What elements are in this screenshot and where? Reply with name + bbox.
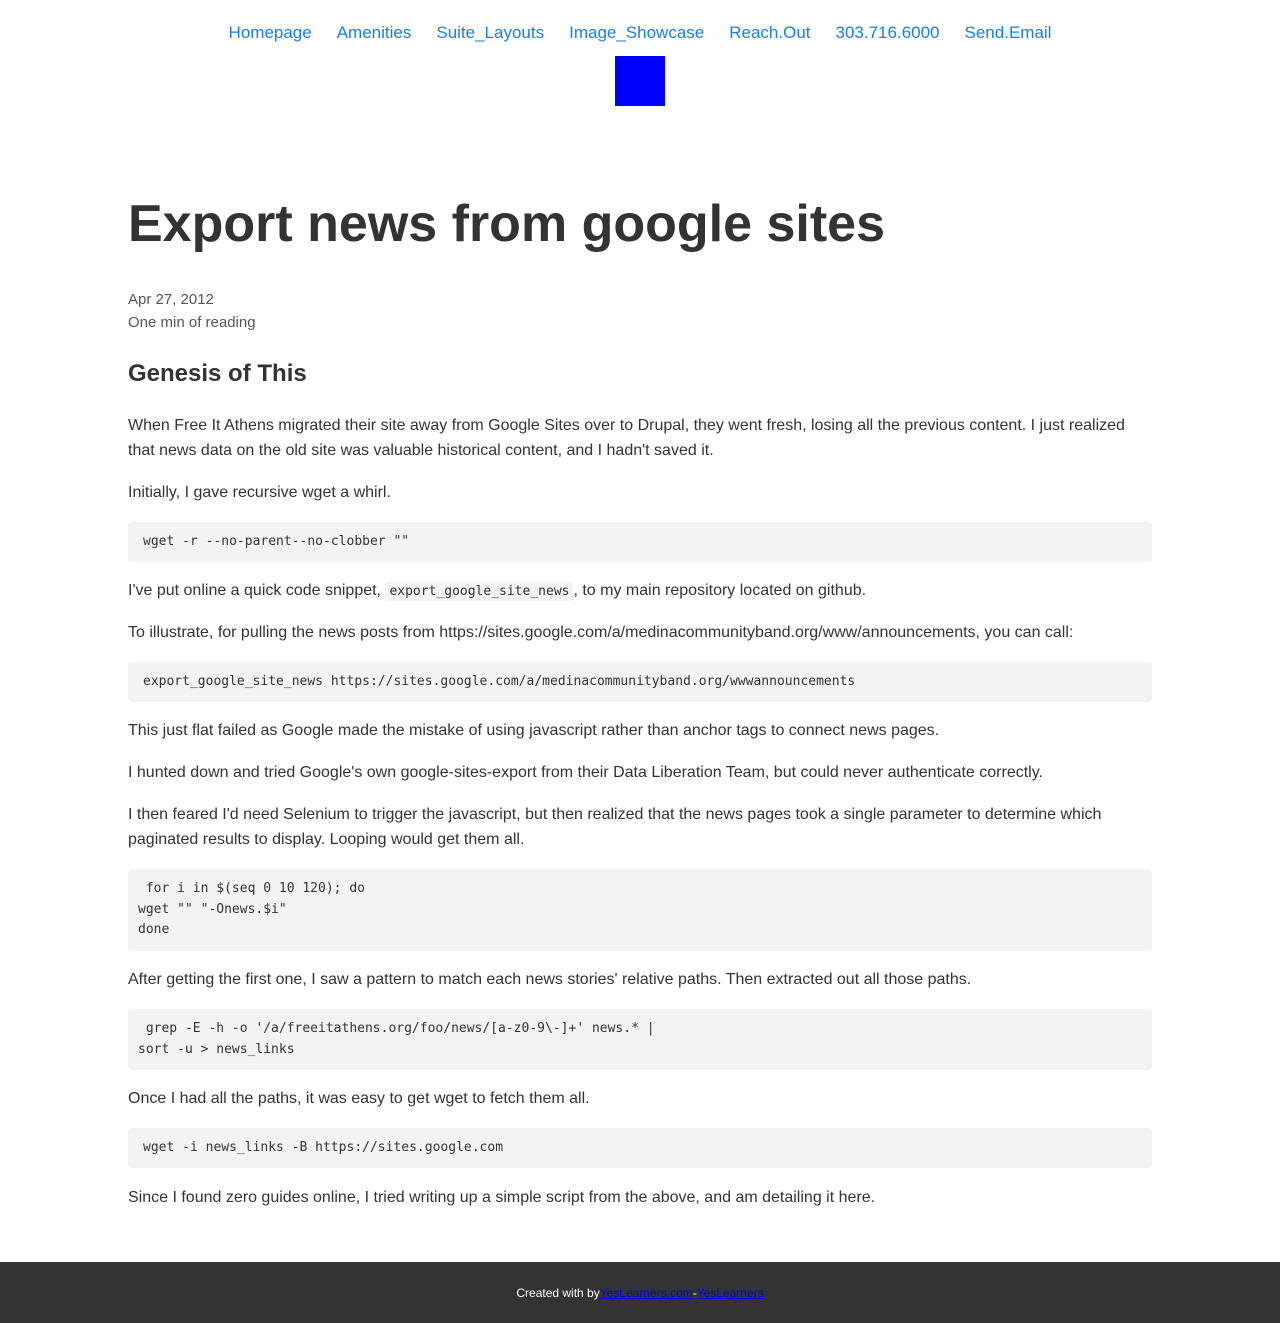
nav-link-homepage[interactable]: Homepage xyxy=(229,20,312,46)
nav-link-phone[interactable]: 303.716.6000 xyxy=(836,20,940,46)
section-heading: Genesis of This xyxy=(128,360,307,387)
site-logo[interactable] xyxy=(615,56,665,106)
post-date: Apr 27, 2012 xyxy=(128,291,214,308)
code-block: wget -i news_links -B https://sites.goog… xyxy=(128,1128,1152,1168)
footer-link-yeslearners[interactable]: YesLearners xyxy=(697,1286,764,1300)
paragraph-text: I've put online a quick code snippet, xyxy=(128,582,386,599)
paragraph: Since I found zero guides online, I trie… xyxy=(128,1189,876,1206)
post-title: Export news from google sites xyxy=(128,195,886,253)
paragraph: To illustrate, for pulling the news post… xyxy=(128,624,1074,641)
footer-link-yeslearners-com[interactable]: YesLearners.com xyxy=(600,1286,693,1300)
code-block: export_google_site_news https://sites.go… xyxy=(128,662,1152,702)
code-block: grep -E -h -o '/a/freeitathens.org/foo/n… xyxy=(128,1009,1152,1070)
paragraph: I then feared I'd need Selenium to trigg… xyxy=(128,806,1102,848)
paragraph: Initially, I gave recursive wget a whirl… xyxy=(128,484,391,501)
paragraph: When Free It Athens migrated their site … xyxy=(128,417,1125,459)
reading-time: One min of reading xyxy=(128,314,256,331)
code-block: for i in $(seq 0 10 120); do wget "" "-O… xyxy=(128,869,1152,951)
paragraph: I've put online a quick code snippet, ex… xyxy=(128,578,1152,604)
nav-link-reach-out[interactable]: Reach.Out xyxy=(729,20,810,46)
footer-prefix: Created with by xyxy=(516,1285,600,1300)
paragraph-text: , to my main repository located on githu… xyxy=(573,582,867,599)
nav-link-send-email[interactable]: Send.Email xyxy=(965,20,1052,46)
inline-code: export_google_site_news xyxy=(385,582,574,601)
code-block: wget -r --no-parent--no-clobber "" xyxy=(128,522,1152,562)
paragraph: I hunted down and tried Google's own goo… xyxy=(128,764,1043,781)
paragraph: Once I had all the paths, it was easy to… xyxy=(128,1090,590,1107)
footer: Created with by YesLearners.com - YesLea… xyxy=(0,1262,1280,1323)
top-navigation: Homepage Amenities Suite_Layouts Image_S… xyxy=(0,20,1280,46)
nav-link-amenities[interactable]: Amenities xyxy=(337,20,412,46)
paragraph: After getting the first one, I saw a pat… xyxy=(128,971,972,988)
nav-link-suite-layouts[interactable]: Suite_Layouts xyxy=(436,20,544,46)
nav-link-image-showcase[interactable]: Image_Showcase xyxy=(569,20,704,46)
paragraph: This just flat failed as Google made the… xyxy=(128,722,940,739)
